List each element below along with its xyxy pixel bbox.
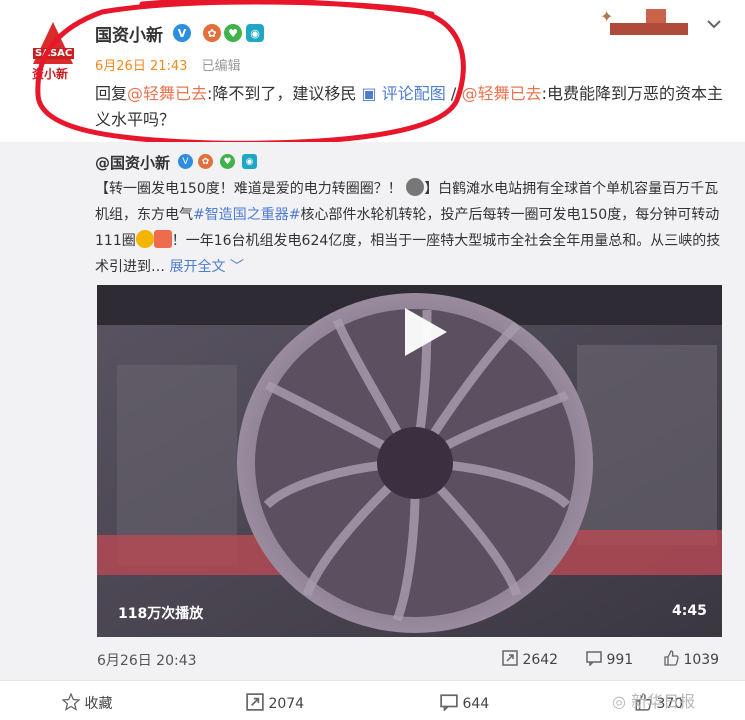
chevron-down-icon[interactable] <box>704 14 724 34</box>
chevron-down-icon: ﹀ <box>229 259 244 275</box>
heart-badge-icon: ♥ <box>220 154 235 169</box>
repost-date[interactable]: 6月26日 20:43 <box>97 650 197 670</box>
video-play-count: 118万次播放 <box>118 606 204 622</box>
image-icon: ▣ <box>361 84 377 103</box>
mention-link-2[interactable]: @轻舞已去 <box>462 84 542 103</box>
comment-button[interactable]: 644 <box>440 693 489 715</box>
post-time[interactable]: 6月26日 21:43 <box>95 59 187 74</box>
reply-prefix: 回复 <box>95 84 128 103</box>
reply-body: :降不到了，建议移民 <box>207 84 357 103</box>
repost-like-button[interactable]: 1039 <box>663 650 719 670</box>
edited-label: 已编辑 <box>201 59 241 74</box>
video-duration: 4:45 <box>672 603 707 619</box>
share-icon <box>502 650 518 670</box>
repost-author[interactable]: @国资小新 <box>95 152 170 173</box>
expand-full-text-link[interactable]: 展开全文 ﹀ <box>169 259 243 275</box>
comment-picture-link[interactable]: ▣ 评论配图 <box>362 84 446 103</box>
camera-badge-icon: ◉ <box>246 24 264 42</box>
comment-icon <box>440 693 458 715</box>
great-wall-decoration: ✦ <box>600 5 688 41</box>
avatar[interactable]: SASAC 资小新 <box>29 22 79 81</box>
weibo-logo-icon: ◎ <box>612 692 626 711</box>
badge-icon: ✿ <box>198 154 213 169</box>
reply-text: 回复@轻舞已去:降不到了，建议移民 ▣ 评论配图 //@轻舞已去:电费能降到万恶… <box>95 81 735 133</box>
thumb-up-icon <box>663 650 679 670</box>
comment-icon <box>586 650 602 670</box>
avatar-sub-text: 资小新 <box>32 67 69 81</box>
share-icon <box>246 693 264 715</box>
watermark: ◎ 新华日报 <box>612 692 696 711</box>
repost-forward-button[interactable]: 2642 <box>502 650 558 670</box>
heart-badge-icon: ♥ <box>224 24 242 42</box>
camera-badge-icon: ◉ <box>242 154 257 169</box>
mention-link[interactable]: @轻舞已去 <box>127 84 207 103</box>
encourage-emoji-icon <box>153 230 172 248</box>
badge-icon: ✿ <box>203 24 221 42</box>
play-button-icon[interactable] <box>385 298 453 366</box>
author-name[interactable]: 国资小新 <box>95 21 163 46</box>
avatar-logo-text: SASAC <box>33 48 75 59</box>
star-icon <box>61 692 81 715</box>
repost-comment-button[interactable]: 991 <box>586 650 633 670</box>
verified-icon: V <box>173 24 191 42</box>
thumb-emoji-icon <box>135 230 154 248</box>
repost-text: 【转一圈发电150度！难道是爱的电力转圈圈？！ 】白鹤滩水电站拥有全球首个单机容… <box>95 176 725 280</box>
weibo-post: ✦ SASAC 资小新 国资小新 V ✿ ♥ ◉ 6月26日 21:43 已编辑… <box>0 0 745 720</box>
forward-button[interactable]: 2074 <box>246 693 304 715</box>
hashtag-link[interactable]: #智造国之重器# <box>193 207 300 223</box>
reposted-card: @国资小新 V ✿ ♥ ◉ 【转一圈发电150度！难道是爱的电力转圈圈？！ 】白… <box>0 142 745 680</box>
surprised-emoji-icon <box>406 178 425 196</box>
verified-icon: V <box>178 154 193 169</box>
forward-separator: // <box>450 84 462 103</box>
favorite-button[interactable]: 收藏 <box>61 692 112 715</box>
post-meta: 6月26日 21:43 已编辑 <box>95 55 241 74</box>
